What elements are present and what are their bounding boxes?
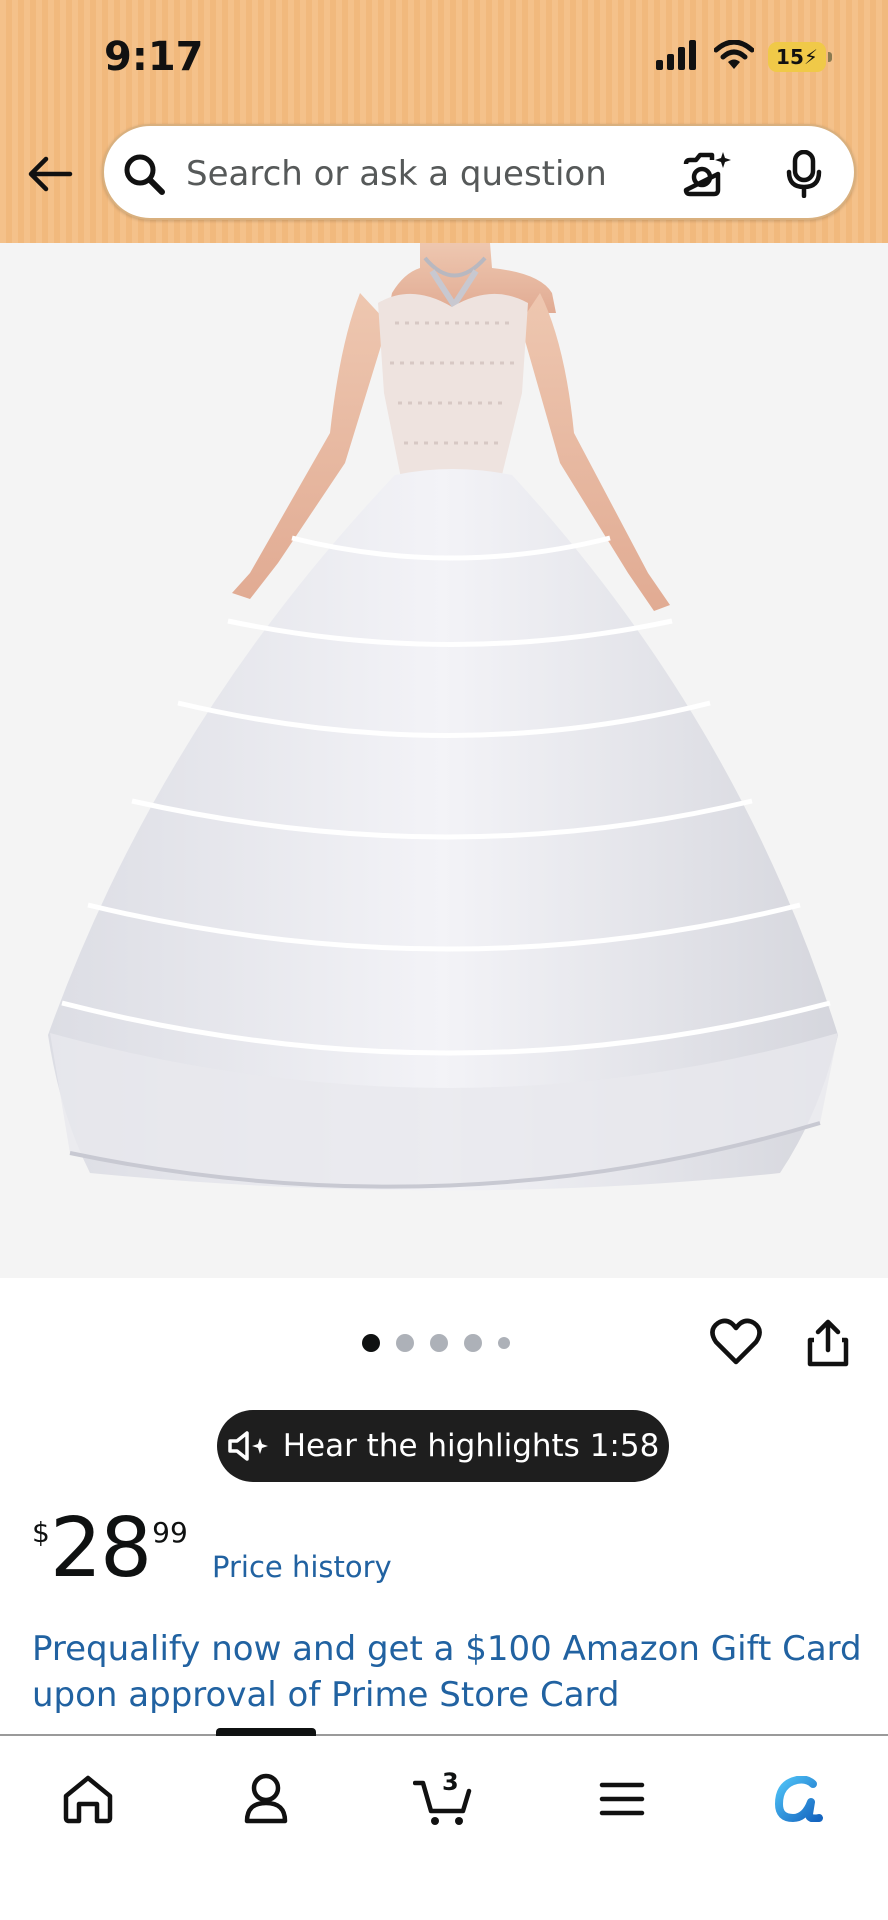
price-history-link[interactable]: Price history: [212, 1550, 392, 1584]
price-fraction: 99: [152, 1516, 188, 1549]
cart-count-badge: 3: [442, 1768, 459, 1796]
nav-rufus[interactable]: [760, 1764, 840, 1834]
battery-icon: 15 ⚡: [768, 42, 832, 72]
price: $ 28 99: [32, 1508, 188, 1590]
product-image[interactable]: [0, 243, 888, 1278]
status-time: 9:17: [104, 34, 204, 80]
bottom-navigation: 3: [0, 1728, 888, 1920]
prequalify-offer-link[interactable]: Prequalify now and get a $100 Amazon Gif…: [32, 1626, 862, 1718]
back-arrow-icon: [28, 156, 73, 192]
rufus-assistant-icon: [775, 1776, 823, 1822]
carousel-dot[interactable]: [430, 1334, 448, 1352]
header: 9:17 15 ⚡: [0, 0, 888, 243]
share-icon[interactable]: [806, 1318, 850, 1368]
hear-highlights-button[interactable]: Hear the highlights 1:58: [217, 1410, 669, 1482]
menu-hamburger-icon: [599, 1782, 645, 1816]
status-icons: 15 ⚡: [656, 39, 832, 74]
image-carousel-dots[interactable]: [362, 1334, 510, 1352]
petticoat-illustration: [48, 243, 838, 1191]
search-input[interactable]: [186, 146, 656, 202]
nav-account[interactable]: [226, 1764, 306, 1834]
signal-icon: [656, 40, 700, 74]
price-currency: $: [32, 1516, 50, 1549]
speaker-sparkle-icon: [227, 1431, 268, 1461]
nav-menu[interactable]: [582, 1764, 662, 1834]
hear-highlights-label: Hear the highlights 1:58: [282, 1428, 660, 1464]
back-button[interactable]: [24, 148, 76, 200]
camera-search-icon[interactable]: [682, 150, 732, 198]
battery-level: 15: [776, 45, 804, 69]
carousel-dot[interactable]: [396, 1334, 414, 1352]
search-icon: [124, 154, 165, 195]
wifi-icon: [713, 39, 755, 74]
active-tab-indicator: [216, 1728, 316, 1736]
carousel-dot[interactable]: [362, 1334, 380, 1352]
search-bar[interactable]: [102, 124, 856, 220]
account-icon: [244, 1773, 288, 1824]
nav-cart[interactable]: 3: [404, 1764, 484, 1834]
home-icon: [63, 1775, 113, 1824]
microphone-icon[interactable]: [786, 150, 822, 198]
wishlist-heart-icon[interactable]: [710, 1318, 762, 1366]
price-whole: 28: [49, 1501, 152, 1596]
charging-bolt-icon: ⚡: [803, 45, 818, 69]
carousel-dot[interactable]: [498, 1337, 510, 1349]
carousel-dot[interactable]: [464, 1334, 482, 1352]
nav-home[interactable]: [48, 1764, 128, 1834]
